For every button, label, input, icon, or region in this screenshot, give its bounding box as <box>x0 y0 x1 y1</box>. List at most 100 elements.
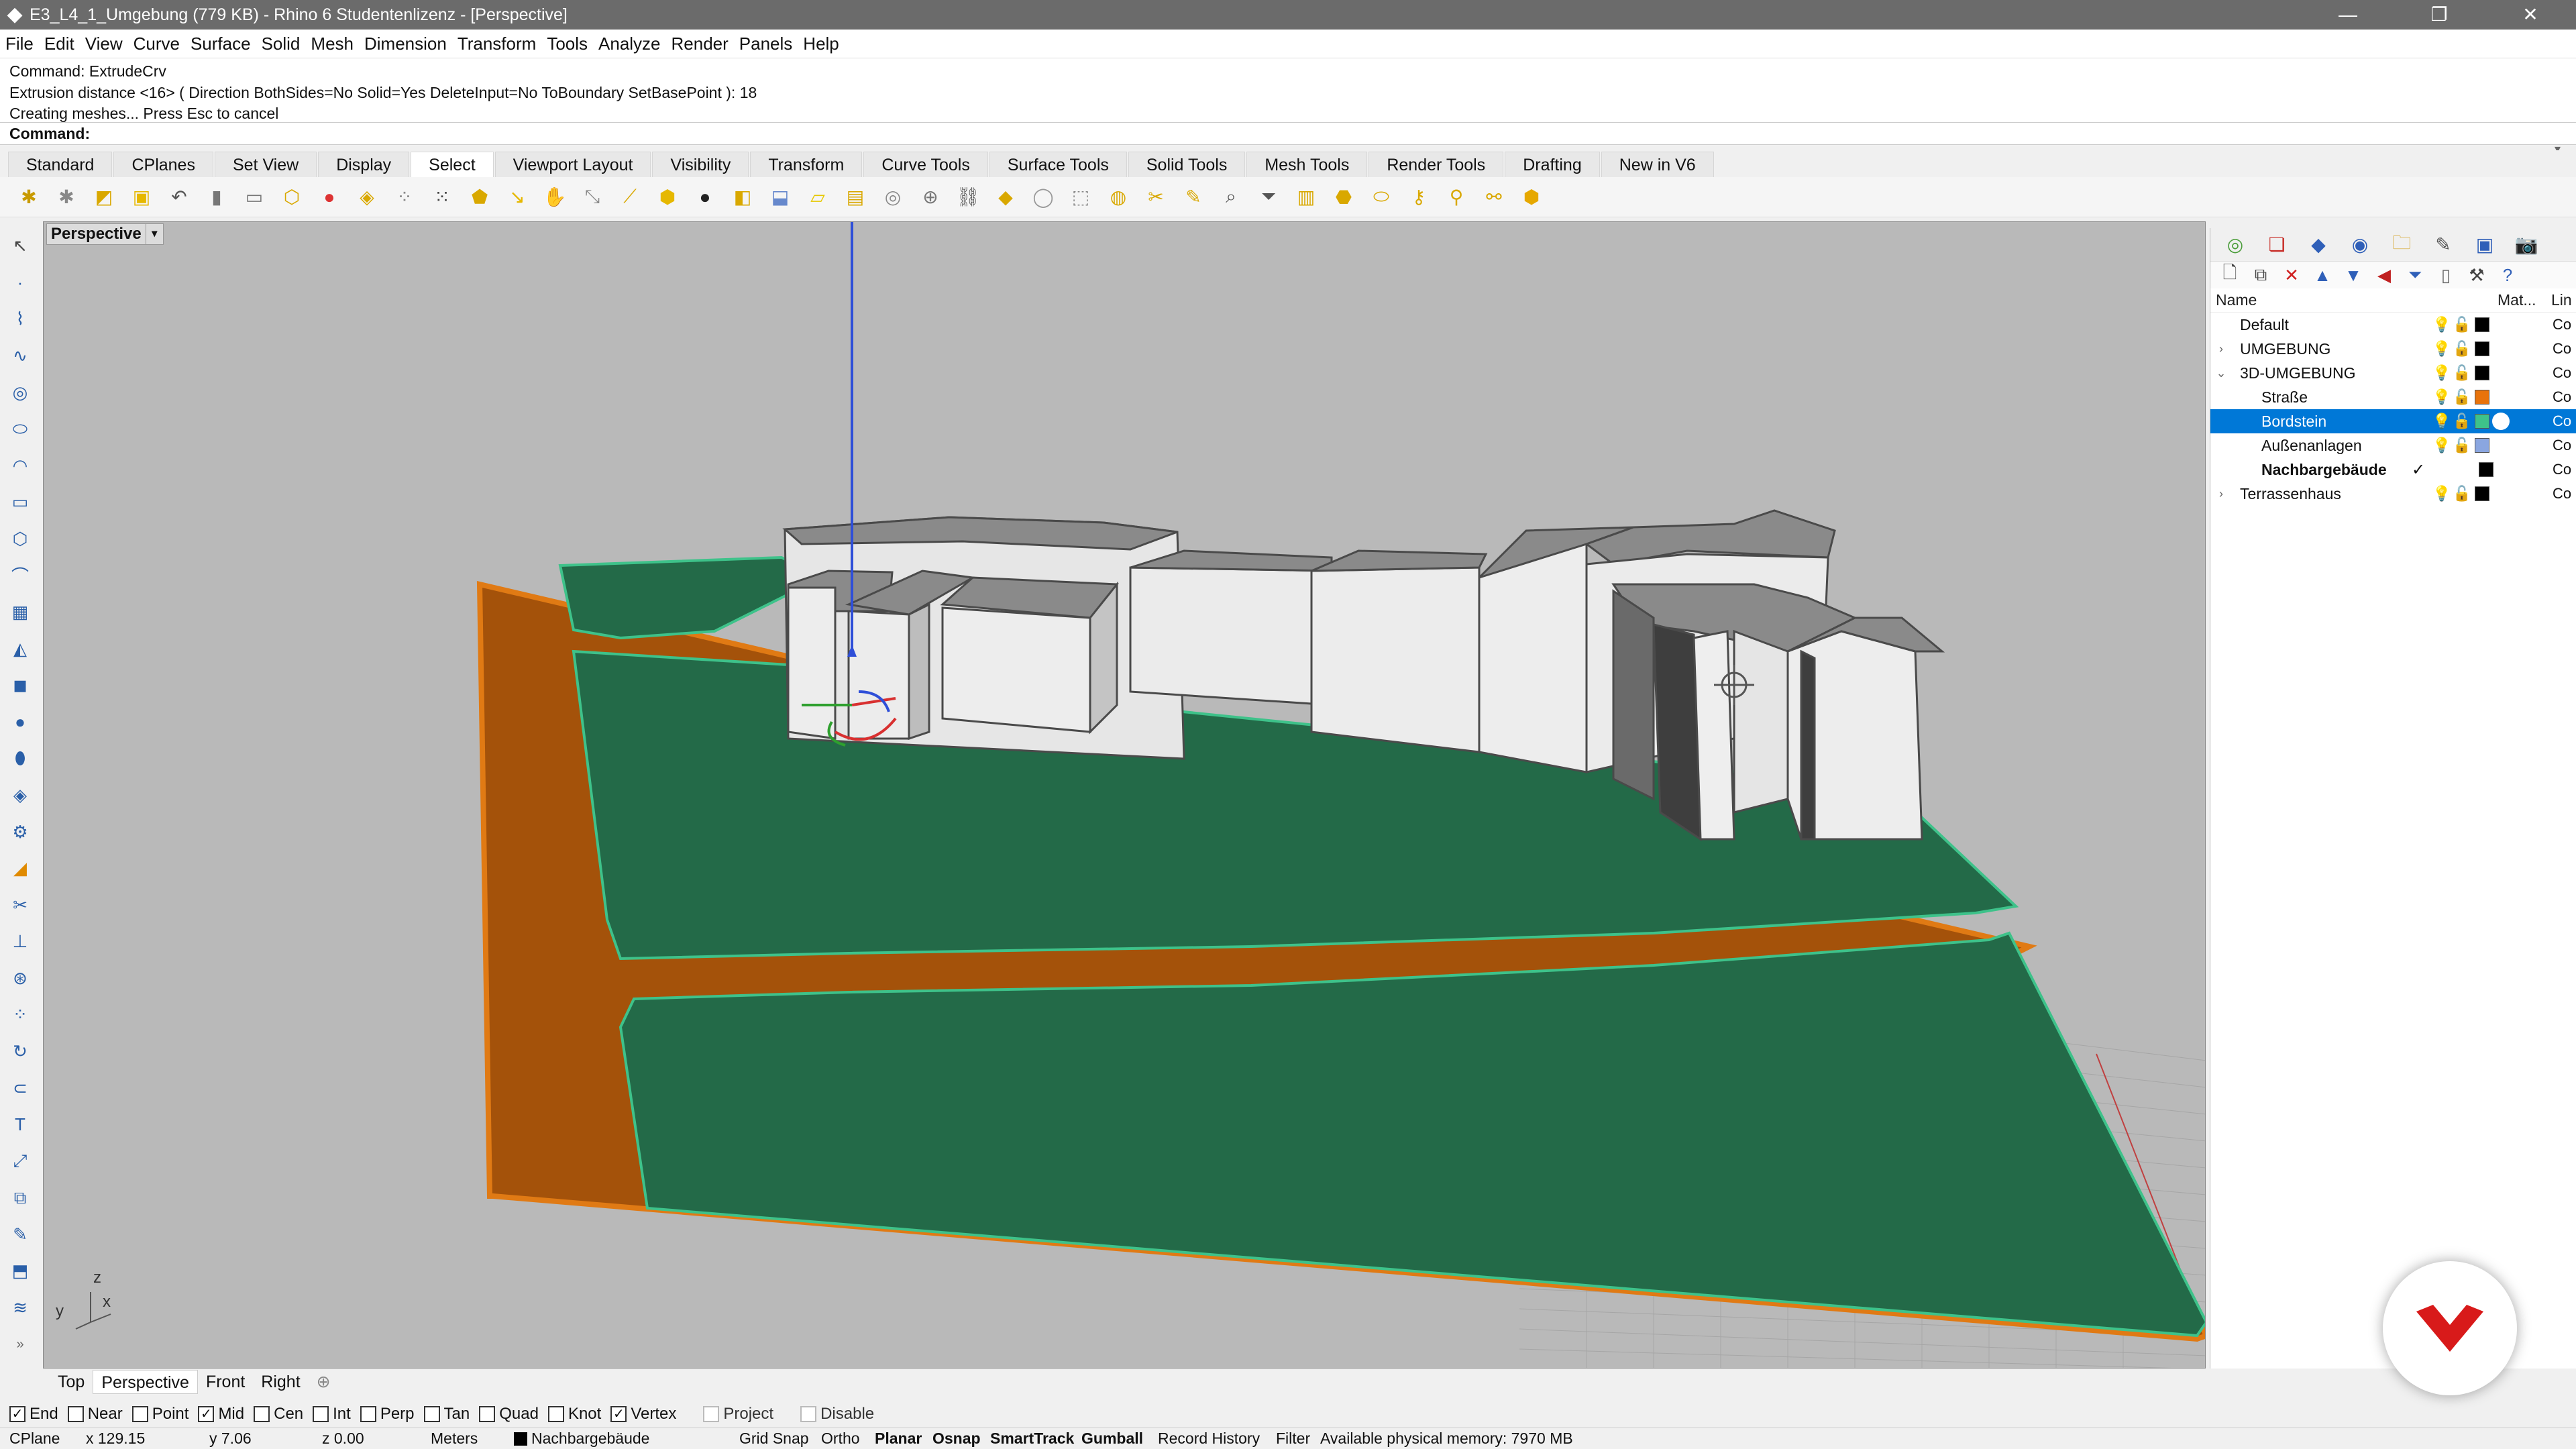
select-all-icon[interactable]: ✱ <box>13 182 44 213</box>
close-icon[interactable]: ✕ <box>2485 0 2576 30</box>
layers-tab-icon[interactable]: ❏ <box>2260 231 2294 258</box>
layer-row[interactable]: Default 💡 🔓 Co <box>2210 313 2576 337</box>
menu-dimension[interactable]: Dimension <box>364 34 447 54</box>
osnap-cen[interactable]: Cen <box>254 1405 303 1424</box>
layer-linetype[interactable]: Co <box>2553 461 2571 478</box>
move-down-icon[interactable]: ▼ <box>2342 264 2365 286</box>
layer-row[interactable]: Außenanlagen 💡 🔓 Co <box>2210 433 2576 458</box>
planar-toggle[interactable]: Planar <box>875 1430 922 1448</box>
checkbox[interactable] <box>254 1406 270 1422</box>
select-planar-icon[interactable]: ▱ <box>802 182 833 213</box>
lock-icon[interactable]: 🔓 <box>2452 411 2472 431</box>
layer-color-swatch[interactable] <box>2476 460 2496 480</box>
select-blocks-icon[interactable]: ⬢ <box>652 182 683 213</box>
select-points-icon[interactable]: ▮ <box>201 182 232 213</box>
select-box-icon[interactable]: ⬚ <box>1065 182 1096 213</box>
checkbox[interactable] <box>547 1406 564 1422</box>
terrain-patch-top[interactable] <box>558 555 825 640</box>
status-layer[interactable]: Nachbargebäude <box>531 1430 649 1448</box>
more-tools-icon[interactable]: » <box>7 1332 34 1357</box>
checkbox[interactable]: ✓ <box>610 1406 627 1422</box>
checkbox[interactable] <box>313 1406 329 1422</box>
dimension-icon[interactable]: ⤢ <box>7 1148 34 1174</box>
filter-toggle[interactable]: Filter <box>1276 1430 1310 1448</box>
lock-icon[interactable]: 🔓 <box>2452 435 2472 455</box>
checkbox[interactable] <box>423 1406 440 1422</box>
select-polysurfaces-icon[interactable]: ⬡ <box>276 182 307 213</box>
rhino-app-icon[interactable]: ◆ <box>3 3 27 27</box>
select-sphere-icon[interactable]: ◯ <box>1028 182 1059 213</box>
fillet-icon[interactable]: ◢ <box>7 856 34 881</box>
expand-toggle-icon[interactable]: › <box>2210 487 2232 501</box>
select-arrow-icon[interactable]: ↖ <box>7 233 34 259</box>
selection-filter-icon[interactable]: ⏷ <box>1253 182 1284 213</box>
select-previous-icon[interactable]: ▣ <box>126 182 157 213</box>
chevron-down-icon[interactable]: ▾ <box>145 224 163 244</box>
layer-name[interactable]: Default <box>2240 316 2289 334</box>
layer-linetype[interactable]: Co <box>2553 413 2571 430</box>
select-link-icon[interactable]: ⚲ <box>1441 182 1472 213</box>
menu-surface[interactable]: Surface <box>191 34 251 54</box>
lightbulb-icon[interactable]: 💡 <box>2432 339 2452 359</box>
layer-name[interactable]: Straße <box>2261 388 2308 407</box>
ortho-toggle[interactable]: Ortho <box>821 1430 860 1448</box>
command-history[interactable]: Command: ExtrudeCrv Extrusion distance <… <box>0 58 2576 156</box>
select-none-icon[interactable]: ✱ <box>51 182 82 213</box>
osnap-point[interactable]: Point <box>131 1405 189 1424</box>
select-color-icon[interactable]: ● <box>314 182 345 213</box>
cplane-icon[interactable]: ⬒ <box>7 1258 34 1284</box>
layer-linetype[interactable]: Co <box>2553 316 2571 333</box>
freeform-icon[interactable]: ⌒ <box>7 563 34 588</box>
layer-linetype[interactable]: Co <box>2553 364 2571 382</box>
layer-name[interactable]: UMGEBUNG <box>2240 340 2330 358</box>
layer-color-swatch[interactable] <box>2472 435 2492 455</box>
select-meshes-icon[interactable]: ● <box>690 182 720 213</box>
header-name[interactable]: Name <box>2216 291 2257 309</box>
checkbox[interactable] <box>67 1406 84 1422</box>
circle-icon[interactable]: ◎ <box>7 380 34 405</box>
select-extrusions-icon[interactable]: ⬓ <box>765 182 796 213</box>
tab-surface-tools[interactable]: Surface Tools <box>989 152 1127 177</box>
polyline-icon[interactable]: ⌇ <box>7 307 34 332</box>
layer-linetype[interactable]: Co <box>2553 388 2571 406</box>
surface-icon[interactable]: ▦ <box>7 600 34 625</box>
osnap-disable[interactable]: Disable <box>800 1405 874 1424</box>
tab-mesh-tools[interactable]: Mesh Tools <box>1246 152 1368 177</box>
layer-name[interactable]: Außenanlagen <box>2261 437 2362 455</box>
move-parent-icon[interactable]: ◀ <box>2373 264 2396 286</box>
record-history-toggle[interactable]: Record History <box>1158 1430 1260 1448</box>
layer-color-swatch[interactable] <box>2472 339 2492 359</box>
tab-set-view[interactable]: Set View <box>214 152 317 177</box>
smarttrack-toggle[interactable]: SmartTrack <box>990 1430 1074 1448</box>
menu-file[interactable]: File <box>5 34 34 54</box>
header-linetype[interactable]: Lin <box>2551 291 2572 309</box>
gumball-toggle[interactable]: Gumball <box>1081 1430 1143 1448</box>
select-brush-icon[interactable]: ✎ <box>1178 182 1209 213</box>
select-text-icon[interactable]: ▭ <box>239 182 270 213</box>
lightbulb-icon[interactable]: 💡 <box>2432 411 2452 431</box>
checkbox[interactable]: ✓ <box>9 1406 25 1422</box>
select-torus-icon[interactable]: ◍ <box>1103 182 1134 213</box>
move-up-icon[interactable]: ▲ <box>2311 264 2334 286</box>
lightbulb-icon[interactable]: 💡 <box>2432 315 2452 335</box>
layer-name[interactable]: Nachbargebäude <box>2261 461 2387 479</box>
menu-help[interactable]: Help <box>803 34 839 54</box>
select-crossing-icon[interactable]: ⬣ <box>1328 182 1359 213</box>
select-duplicates-icon[interactable]: ✂ <box>1140 182 1171 213</box>
add-viewport-icon[interactable]: ⊕ <box>309 1370 339 1394</box>
checkbox[interactable] <box>131 1406 148 1422</box>
select-surfaces-icon[interactable]: ⬟ <box>464 182 495 213</box>
ellipse-icon[interactable]: ⬭ <box>7 417 34 442</box>
tab-drafting[interactable]: Drafting <box>1505 152 1600 177</box>
sphere-icon[interactable]: ● <box>7 710 34 735</box>
edit-icon[interactable]: ✎ <box>7 1222 34 1248</box>
layer-row[interactable]: › Terrassenhaus 💡 🔓 Co <box>2210 482 2576 506</box>
tab-right[interactable]: Right <box>253 1370 308 1394</box>
rotate-icon[interactable]: ↻ <box>7 1039 34 1065</box>
layer-linetype[interactable]: Co <box>2553 340 2571 358</box>
layer-name[interactable]: Bordstein <box>2261 413 2326 431</box>
join-icon[interactable]: ⊂ <box>7 1075 34 1101</box>
split-icon[interactable]: ⊥ <box>7 929 34 955</box>
menu-transform[interactable]: Transform <box>458 34 537 54</box>
layer-states-icon[interactable]: ▯ <box>2434 264 2457 286</box>
